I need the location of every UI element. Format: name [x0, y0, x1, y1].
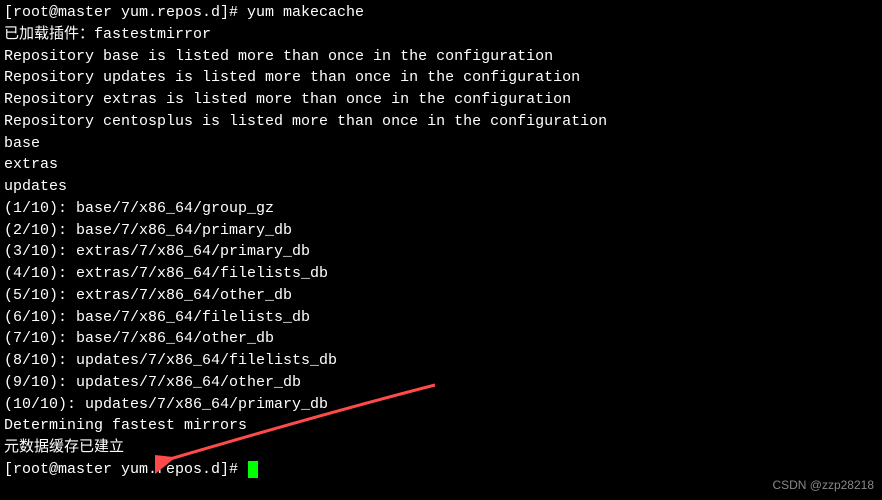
terminal-line: base — [4, 133, 878, 155]
terminal-line: [root@master yum.repos.d]# yum makecache — [4, 2, 878, 24]
terminal-line: (2/10): base/7/x86_64/primary_db — [4, 220, 878, 242]
terminal-line: Repository centosplus is listed more tha… — [4, 111, 878, 133]
terminal-line: [root@master yum.repos.d]# — [4, 459, 878, 481]
terminal-line: Repository base is listed more than once… — [4, 46, 878, 68]
watermark-text: CSDN @zzp28218 — [772, 477, 874, 494]
terminal-line: (4/10): extras/7/x86_64/filelists_db — [4, 263, 878, 285]
terminal-line: Determining fastest mirrors — [4, 415, 878, 437]
terminal-line: extras — [4, 154, 878, 176]
terminal-line: (7/10): base/7/x86_64/other_db — [4, 328, 878, 350]
terminal-line: (3/10): extras/7/x86_64/primary_db — [4, 241, 878, 263]
cursor-block — [248, 461, 258, 478]
terminal-line: (10/10): updates/7/x86_64/primary_db — [4, 394, 878, 416]
terminal-line: 元数据缓存已建立 — [4, 437, 878, 459]
terminal-line: (8/10): updates/7/x86_64/filelists_db — [4, 350, 878, 372]
terminal-line: (5/10): extras/7/x86_64/other_db — [4, 285, 878, 307]
terminal-line: (1/10): base/7/x86_64/group_gz — [4, 198, 878, 220]
terminal-output[interactable]: [root@master yum.repos.d]# yum makecache… — [4, 2, 878, 481]
terminal-line: 已加载插件：fastestmirror — [4, 24, 878, 46]
terminal-line: (6/10): base/7/x86_64/filelists_db — [4, 307, 878, 329]
terminal-line: updates — [4, 176, 878, 198]
terminal-line: Repository extras is listed more than on… — [4, 89, 878, 111]
terminal-line: Repository updates is listed more than o… — [4, 67, 878, 89]
terminal-line: (9/10): updates/7/x86_64/other_db — [4, 372, 878, 394]
